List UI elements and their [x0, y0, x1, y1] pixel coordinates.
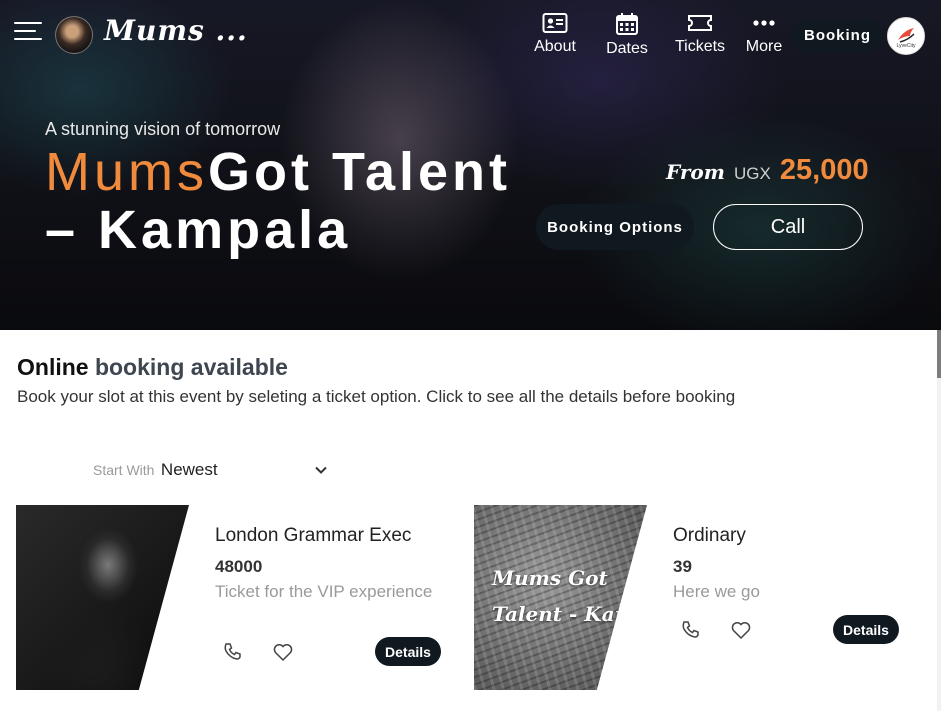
- ticket-title[interactable]: London Grammar Exec: [215, 525, 445, 547]
- dots-icon: [753, 20, 775, 26]
- call-button[interactable]: Call: [713, 204, 863, 250]
- nav-dates[interactable]: Dates: [597, 12, 657, 58]
- hero-title-line2: – Kampala: [45, 200, 352, 260]
- sort-label: Start With: [93, 462, 155, 478]
- ticket-icon: [688, 15, 712, 31]
- ticket-title[interactable]: Ordinary: [673, 525, 903, 547]
- ticket-description: Here we go: [673, 582, 760, 601]
- section-description: Book your slot at this event by seleting…: [17, 387, 736, 406]
- details-button[interactable]: Details: [375, 637, 441, 666]
- ticket-description: Ticket for the VIP experience: [215, 582, 433, 601]
- price-amount: 25,000: [779, 154, 869, 186]
- ticket-price: 39: [673, 557, 692, 576]
- nav-about-label: About: [534, 38, 576, 55]
- ticket-info: Ordinary 39 Here we go: [673, 525, 903, 603]
- nav-tickets[interactable]: Tickets: [670, 12, 730, 56]
- ticket-actions: [680, 619, 775, 641]
- logo-text: LyveCity: [896, 43, 916, 49]
- heart-icon[interactable]: [729, 619, 753, 641]
- sort-value: Newest: [160, 460, 218, 479]
- scrollbar-track[interactable]: [937, 330, 941, 711]
- chevron-down-icon: [315, 466, 327, 474]
- nav-about[interactable]: About: [525, 12, 585, 56]
- nav-more-label: More: [745, 38, 783, 55]
- ticket-price: 48000: [215, 557, 263, 576]
- price-from-label: From: [666, 160, 725, 184]
- booking-options-button[interactable]: Booking Options: [536, 204, 694, 250]
- lyvecity-logo[interactable]: LyveCity: [887, 17, 925, 55]
- hero-title-accent: Mums: [45, 142, 208, 202]
- heart-icon[interactable]: [271, 641, 295, 663]
- image-overlay-text: Mums Got Talent - Kam: [492, 566, 636, 626]
- phone-icon[interactable]: [680, 619, 702, 641]
- nav-more[interactable]: More: [734, 12, 794, 56]
- hero-tagline: A stunning vision of tomorrow: [45, 119, 281, 139]
- ticket-image[interactable]: [16, 505, 189, 690]
- ticket-card[interactable]: Mums Got Talent - Kam Ordinary 39 Here w…: [474, 505, 904, 690]
- section-title-rest: booking available: [94, 354, 288, 380]
- section-title-bold: Online: [17, 354, 89, 380]
- hero-banner: Mums ... About Dates Tickets More Bookin…: [0, 0, 941, 330]
- details-button[interactable]: Details: [833, 615, 899, 644]
- ticket-image[interactable]: Mums Got Talent - Kam: [474, 505, 647, 690]
- id-card-icon: [542, 13, 568, 33]
- sort-dropdown[interactable]: Start With Newest: [93, 460, 328, 482]
- ticket-actions: [222, 641, 317, 663]
- booking-button[interactable]: Booking: [792, 20, 883, 52]
- nav-tickets-label: Tickets: [674, 38, 726, 55]
- ticket-card[interactable]: London Grammar Exec 48000 Ticket for the…: [16, 505, 446, 690]
- price-display: From UGX 25,000: [666, 154, 869, 187]
- hero-title: MumsGot Talent – Kampala: [45, 143, 565, 259]
- price-currency: UGX: [733, 164, 771, 183]
- nav-dates-label: Dates: [606, 40, 648, 57]
- ticket-info: London Grammar Exec 48000 Ticket for the…: [215, 525, 445, 603]
- hamburger-menu-icon[interactable]: [14, 22, 42, 44]
- hero-title-main: Got Talent: [208, 142, 511, 202]
- calendar-icon: [616, 13, 638, 35]
- phone-icon[interactable]: [222, 641, 244, 663]
- section-title: Online booking available: [17, 354, 288, 381]
- brand-name[interactable]: Mums ...: [104, 14, 248, 47]
- scrollbar-thumb[interactable]: [937, 330, 941, 378]
- bird-logo-icon: [898, 28, 915, 43]
- brand-avatar[interactable]: [55, 16, 93, 54]
